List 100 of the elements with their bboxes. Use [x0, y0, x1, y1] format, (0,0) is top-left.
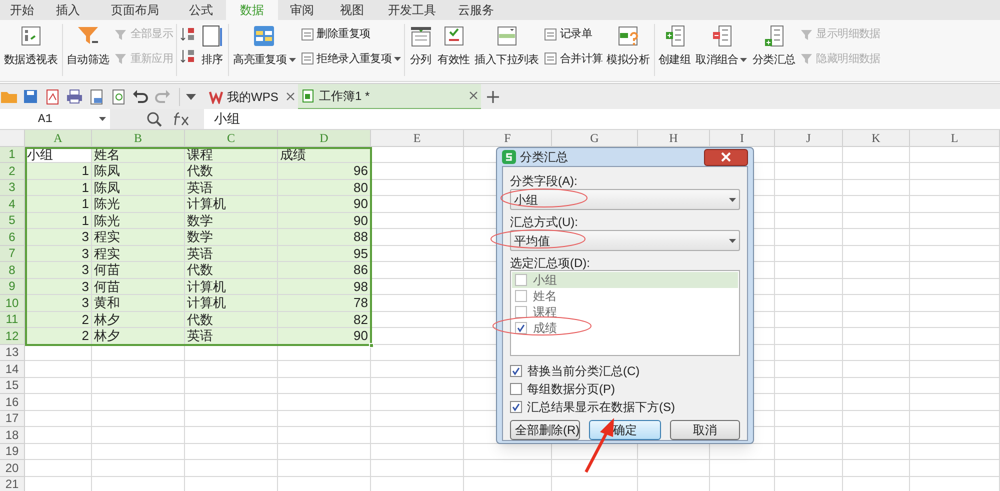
ribbon-button[interactable]: 拒绝录入重复项	[300, 50, 401, 67]
row-header[interactable]: 17	[0, 410, 25, 427]
row-header[interactable]: 14	[0, 361, 25, 378]
dialog-button[interactable]: 取消	[670, 420, 740, 440]
column-header[interactable]: K	[843, 130, 910, 146]
ribbon-button[interactable]: 自动筛选	[66, 24, 110, 68]
checkbox[interactable]	[510, 382, 522, 394]
row-header[interactable]: 4	[0, 196, 25, 212]
magnifier-page-icon[interactable]	[110, 88, 127, 105]
column-header[interactable]: I	[710, 130, 775, 146]
menu-tab[interactable]: 页面布局	[94, 0, 176, 20]
row-header[interactable]: 19	[0, 444, 25, 460]
row-header[interactable]: 11	[0, 312, 25, 328]
row-header[interactable]: 3	[0, 180, 25, 196]
field-label: 选定汇总项(D):	[510, 255, 591, 270]
close-icon[interactable]	[469, 91, 478, 100]
checkbox[interactable]	[515, 306, 527, 318]
menu-tab[interactable]: 审阅	[278, 0, 326, 20]
close-button[interactable]	[704, 148, 748, 166]
row-header[interactable]: 15	[0, 378, 25, 394]
ribbon-button[interactable]: 高亮重复项	[232, 24, 297, 68]
select-all-corner[interactable]	[0, 130, 25, 146]
row-header[interactable]: 18	[0, 427, 25, 444]
checkbox[interactable]	[510, 400, 522, 412]
tab-title: 我的WPS	[227, 88, 280, 106]
ribbon-button[interactable]: 记录单	[542, 26, 603, 42]
ribbon-button[interactable]: 插入下拉列表	[474, 24, 540, 68]
row-header[interactable]: 2	[0, 163, 25, 180]
redo-icon[interactable]	[154, 88, 171, 105]
ribbon-button[interactable]: 删除重复项	[300, 26, 401, 42]
table-cell: 计算机	[185, 295, 278, 312]
name-box[interactable]: A1	[0, 109, 110, 129]
ribbon-button[interactable]: 数据透视表	[3, 24, 59, 68]
column-header[interactable]: D	[278, 130, 371, 146]
column-header[interactable]: A	[25, 130, 92, 146]
ribbon-button[interactable]: 合并计算	[542, 50, 603, 67]
save-icon[interactable]	[22, 88, 39, 105]
list-box[interactable]: 小组 姓名 课程 成绩	[510, 270, 740, 356]
document-tab[interactable]: 我的WPS	[206, 84, 298, 110]
menu-tab[interactable]: 数据	[226, 0, 278, 20]
formula-field[interactable]: 小组	[204, 109, 1000, 129]
undo-icon[interactable]	[132, 88, 149, 105]
column-header[interactable]: E	[371, 130, 464, 146]
checkbox[interactable]	[510, 364, 522, 376]
column-header[interactable]: H	[638, 130, 710, 146]
ribbon-button[interactable]: 创建组	[658, 24, 692, 68]
row-header[interactable]: 21	[0, 476, 25, 491]
dialog-button[interactable]: 确定	[589, 420, 661, 440]
row-header[interactable]: 12	[0, 328, 25, 344]
dropdown[interactable]: 平均值	[510, 230, 740, 251]
column-header[interactable]: G	[552, 130, 638, 146]
ribbon-button[interactable]: 有效性	[436, 24, 471, 68]
row-header[interactable]: 6	[0, 229, 25, 246]
list-item[interactable]: 课程	[512, 304, 738, 320]
row-header[interactable]: 9	[0, 278, 25, 295]
checkbox[interactable]	[515, 290, 527, 302]
menu-tab[interactable]: 视图	[326, 0, 378, 20]
row-header[interactable]: 20	[0, 460, 25, 476]
ribbon-button[interactable]: 分列	[408, 24, 434, 68]
menu-tab[interactable]: 插入	[42, 0, 94, 20]
column-header[interactable]: L	[910, 130, 1000, 146]
list-item[interactable]: 小组	[512, 272, 738, 288]
row-header[interactable]: 13	[0, 344, 25, 361]
column-header[interactable]: C	[185, 130, 278, 146]
list-item[interactable]: 姓名	[512, 288, 738, 304]
row-header[interactable]: 8	[0, 262, 25, 278]
menu-tab[interactable]: 开发工具	[378, 0, 446, 20]
row-header[interactable]: 16	[0, 394, 25, 410]
preview-icon[interactable]	[88, 88, 105, 105]
row-header[interactable]: 7	[0, 246, 25, 262]
w-logo-icon	[209, 90, 223, 104]
row-header[interactable]: 10	[0, 295, 25, 312]
menu-tab[interactable]: 公式	[176, 0, 226, 20]
checkbox[interactable]	[515, 274, 527, 286]
close-icon[interactable]	[286, 92, 295, 101]
row-header[interactable]: 5	[0, 212, 25, 229]
print-icon[interactable]	[66, 88, 83, 105]
close-icon	[721, 152, 731, 162]
ribbon-button[interactable]: 取消组合	[694, 24, 748, 68]
column-header[interactable]: J	[775, 130, 843, 146]
caret-icon[interactable]	[186, 94, 196, 100]
ribbon-button[interactable]: 分类汇总	[751, 24, 796, 68]
dropdown[interactable]: 小组	[510, 189, 740, 210]
table-cell: 代数	[185, 163, 278, 180]
list-item[interactable]: 成绩	[512, 320, 738, 336]
dialog-button[interactable]: 全部删除(R)	[510, 420, 580, 440]
pdf-icon[interactable]	[44, 88, 61, 105]
ribbon-button[interactable]: 排序	[199, 24, 226, 68]
row-header[interactable]: 1	[0, 146, 25, 163]
document-tab[interactable]: 工作簿1 *	[298, 84, 481, 110]
app-logo-icon	[502, 150, 516, 164]
table-cell: 1	[25, 180, 92, 196]
column-header[interactable]: B	[92, 130, 185, 146]
fill-handle[interactable]	[369, 342, 374, 348]
checkbox[interactable]	[515, 322, 527, 334]
menu-tab[interactable]: 开始	[2, 0, 42, 20]
column-header[interactable]: F	[464, 130, 552, 146]
ribbon-button[interactable]: 模拟分析	[606, 24, 650, 68]
plus-icon[interactable]	[486, 90, 500, 104]
menu-tab[interactable]: 云服务	[446, 0, 506, 20]
